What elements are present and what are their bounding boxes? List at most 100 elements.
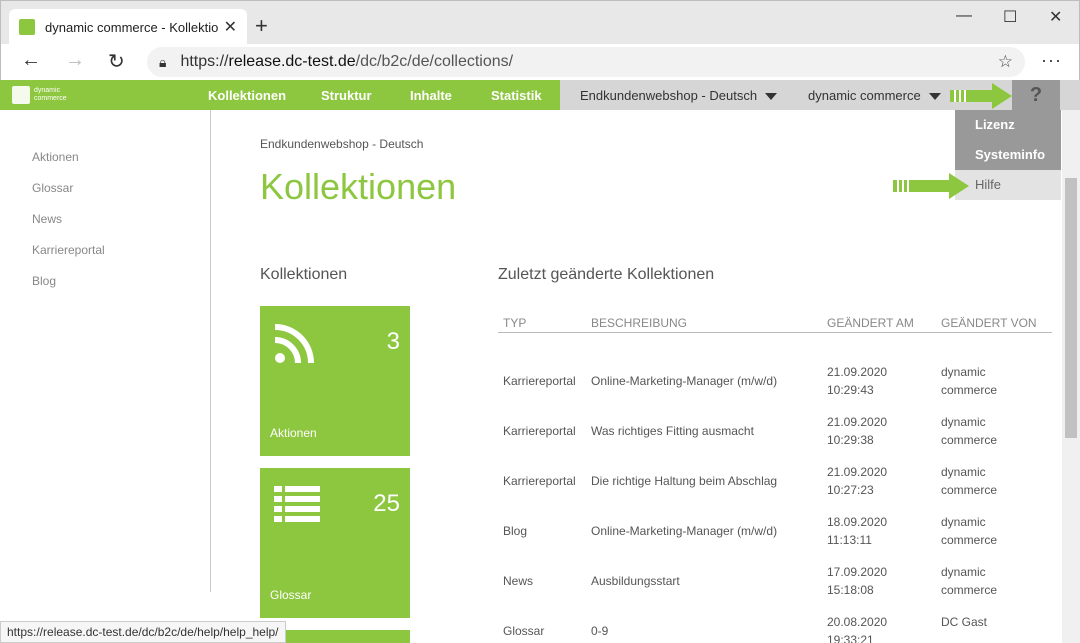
nav-inhalte[interactable]: Inhalte [410, 88, 452, 103]
cell-description: Online-Marketing-Manager (m/w/d) [591, 374, 778, 388]
cell-time: 11:13:11 [827, 533, 872, 547]
annotation-arrow-hilfe [893, 173, 971, 199]
cell-time: 15:18:08 [827, 583, 874, 597]
cell-description: Ausbildungsstart [591, 574, 680, 588]
nav-statistik[interactable]: Statistik [491, 88, 542, 103]
cell-description: 0-9 [591, 624, 609, 638]
cell-date: 21.09.2020 [827, 365, 888, 379]
table-row[interactable]: News Ausbildungsstart 17.09.2020 15:18:08 dy… [498, 557, 1052, 607]
sidebar-item-aktionen[interactable]: Aktionen [32, 150, 79, 164]
maximize-icon[interactable]: ☐ [1003, 7, 1017, 27]
dynamic-commerce-logo[interactable]: dynamic commerce [12, 86, 67, 104]
cell-date: 18.09.2020 [827, 515, 888, 529]
tile-label: Glossar [270, 588, 312, 602]
new-tab-icon[interactable]: + [255, 13, 268, 39]
browser-toolbar: ← → ↻ 🔒︎ https://release.dc-test.de/dc/b… [0, 44, 1080, 80]
col-typ[interactable]: TYP [503, 316, 526, 330]
table-row[interactable]: Karriereportal Online-Marketing-Manager (… [498, 357, 1052, 407]
chevron-down-icon [765, 93, 778, 101]
col-geaendert-von[interactable]: GEÄNDERT VON [941, 316, 1037, 330]
tile-aktionen[interactable]: 3 Aktionen [260, 306, 410, 456]
page-scrollbar[interactable] [1062, 110, 1080, 643]
chevron-down-icon [928, 93, 941, 101]
tile-glossar[interactable]: 25 Glossar [260, 468, 410, 618]
cell-date: 21.09.2020 [827, 415, 888, 429]
lock-icon: 🔒︎ [159, 53, 167, 70]
cell-type: Blog [503, 524, 528, 538]
cell-date: 20.08.2020 [827, 615, 888, 629]
cell-author-line2: commerce [941, 583, 998, 597]
table-row[interactable]: Karriereportal Die richtige Haltung beim … [498, 457, 1052, 507]
address-bar[interactable]: 🔒︎ https://release.dc-test.de/dc/b2c/de/… [147, 47, 1025, 77]
tile-count: 3 [386, 328, 400, 355]
tab-title: dynamic commerce - Kollektionen [45, 19, 218, 35]
sidebar-item-news[interactable]: News [32, 212, 62, 226]
cell-author-line2: commerce [941, 533, 998, 547]
forward-icon[interactable]: → [65, 49, 85, 72]
cell-author: dynamic [941, 365, 986, 379]
cell-description: Online-Marketing-Manager (m/w/d) [591, 524, 778, 538]
table-row[interactable]: Blog Online-Marketing-Manager (m/w/d) 18.0… [498, 507, 1052, 557]
browser-tab-bar: dynamic commerce - Kollektionen ✕ + — ☐ … [0, 0, 1080, 45]
nav-kollektionen[interactable]: Kollektionen [208, 88, 286, 103]
rss-icon [274, 324, 314, 364]
scroll-thumb[interactable] [1065, 178, 1077, 438]
cell-author-line2: commerce [941, 433, 998, 447]
cell-author: dynamic [941, 415, 986, 429]
favicon-icon [19, 19, 35, 35]
cell-type: Glossar [503, 624, 545, 638]
cell-time: 10:29:43 [827, 383, 874, 397]
col-geaendert-am[interactable]: GEÄNDERT AM [827, 316, 914, 330]
cell-author: dynamic [941, 515, 986, 529]
reload-icon[interactable]: ↻ [108, 49, 125, 74]
cell-date: 21.09.2020 [827, 465, 888, 479]
browser-tab[interactable]: dynamic commerce - Kollektionen ✕ [9, 9, 247, 45]
list-icon [274, 486, 320, 522]
annotation-arrow-help [950, 83, 1012, 109]
sidebar-item-blog[interactable]: Blog [32, 274, 56, 288]
shop-select[interactable]: Endkundenwebshop - Deutsch [580, 88, 778, 103]
sidebar-item-karriereportal[interactable]: Karriereportal [32, 243, 105, 257]
cell-time: 19:33:21 [827, 633, 874, 643]
help-button[interactable]: ? [1012, 80, 1060, 110]
breadcrumb: Endkundenwebshop - Deutsch [260, 137, 424, 151]
cell-type: Karriereportal [503, 424, 576, 438]
minimize-icon[interactable]: — [956, 7, 972, 25]
company-select[interactable]: dynamic commerce [808, 88, 941, 103]
table-row[interactable]: Karriereportal Was richtiges Fitting ausm… [498, 407, 1052, 457]
cell-author-line2: commerce [941, 483, 998, 497]
close-tab-icon[interactable]: ✕ [224, 17, 237, 37]
collections-heading: Kollektionen [260, 266, 348, 283]
sidebar-item-glossar[interactable]: Glossar [32, 181, 73, 195]
recent-collections-heading: Zuletzt geänderte Kollektionen [498, 266, 715, 283]
cell-type: Karriereportal [503, 474, 576, 488]
table-body: Karriereportal Online-Marketing-Manager (… [498, 357, 1052, 643]
cell-type: Karriereportal [503, 374, 576, 388]
cell-type: News [503, 574, 534, 588]
more-options-icon[interactable]: ··· [1041, 50, 1062, 71]
menu-item-lizenz[interactable]: Lizenz [955, 110, 1061, 140]
cell-description: Was richtiges Fitting ausmacht [591, 424, 754, 438]
tile-count: 25 [373, 490, 400, 517]
cell-author: DC Gast [941, 615, 988, 629]
app-top-nav: dynamic commerce Kollektionen Struktur In… [0, 80, 1080, 110]
table-row[interactable]: Glossar 0-9 20.08.2020 19:33:21 DC Gast [498, 607, 1052, 643]
menu-item-systeminfo[interactable]: Systeminfo [955, 140, 1061, 170]
cell-time: 10:29:38 [827, 433, 874, 447]
close-window-icon[interactable]: ✕ [1049, 7, 1062, 27]
col-beschreibung[interactable]: BESCHREIBUNG [591, 316, 687, 330]
url-text[interactable]: https://release.dc-test.de/dc/b2c/de/col… [180, 53, 997, 71]
back-icon[interactable]: ← [21, 49, 41, 72]
table-header: TYP BESCHREIBUNG GEÄNDERT AM GEÄNDERT VO… [498, 312, 1052, 333]
cell-author-line2: commerce [941, 383, 998, 397]
cell-author: dynamic [941, 465, 986, 479]
nav-struktur[interactable]: Struktur [321, 88, 372, 103]
cell-time: 10:27:23 [827, 483, 874, 497]
favorite-star-icon[interactable]: ☆ [998, 52, 1013, 72]
status-bar-url: https://release.dc-test.de/dc/b2c/de/hel… [0, 621, 286, 643]
logo-mark-icon [12, 86, 30, 104]
sidebar: Aktionen Glossar News Karriereportal Blo… [0, 110, 211, 592]
cell-description: Die richtige Haltung beim Abschlag [591, 474, 778, 488]
main-nav: dynamic commerce Kollektionen Struktur In… [0, 80, 560, 110]
cell-date: 17.09.2020 [827, 565, 888, 579]
